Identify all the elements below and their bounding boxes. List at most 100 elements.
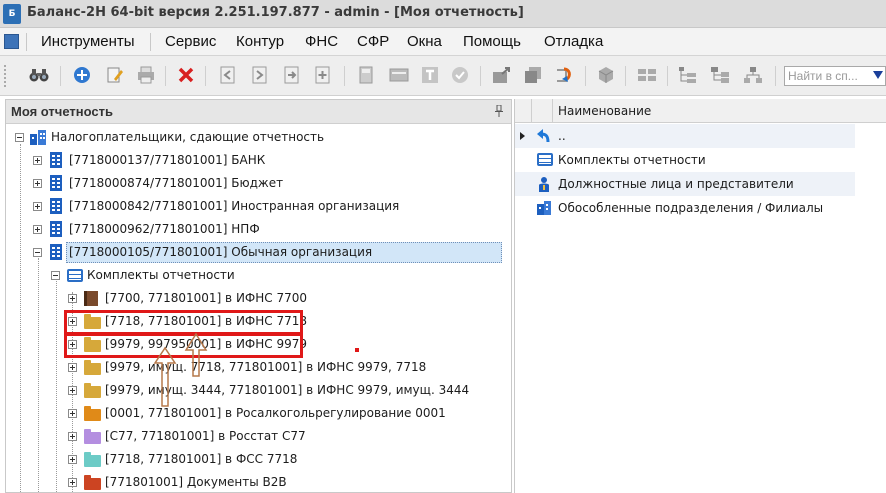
tree-icon[interactable] (678, 65, 698, 85)
tree-node-label: [7718000105/771801001] Обычная организац… (69, 245, 373, 259)
menu-item-sfr[interactable]: СФР (357, 33, 389, 50)
tree-node-kit[interactable]: [9979, имущ. 3444, 771801001] в ИФНС 997… (6, 380, 506, 401)
tree-node-label: [7718000842/771801001] Иностранная орган… (69, 199, 400, 213)
folder-icon (84, 475, 101, 490)
refresh-icon[interactable] (554, 65, 574, 85)
tree-node-kit[interactable]: [9979, имущ. 7718, 771801001] в ИФНС 997… (6, 357, 506, 378)
building-icon (50, 244, 62, 260)
add-icon[interactable] (72, 65, 92, 85)
content-grid-panel: Наименование .. Комплекты отчетности Дол… (514, 99, 886, 493)
reporting-kits-icon (537, 153, 553, 166)
toolbar-grip[interactable] (4, 65, 7, 87)
collapse-icon[interactable] (33, 248, 42, 257)
grid-row-label: Должностные лица и представители (558, 177, 794, 191)
row-selector-header (515, 99, 532, 123)
grid-row-label: Комплекты отчетности (558, 153, 706, 167)
expand-icon[interactable] (68, 455, 77, 464)
tree-node-kits[interactable]: Комплекты отчетности (6, 265, 506, 286)
grid-icon[interactable] (637, 65, 657, 85)
export-icon[interactable] (282, 65, 302, 85)
tree-node-kit[interactable]: [С77, 771801001] в Росстат С77 (6, 426, 506, 447)
table-icon[interactable] (389, 65, 409, 85)
folder-icon (84, 383, 101, 398)
grid-row-label: Обособленные подразделения / Филиалы (558, 201, 824, 215)
text-icon[interactable] (420, 65, 440, 85)
org-chart-icon[interactable] (743, 65, 763, 85)
expand-icon[interactable] (68, 386, 77, 395)
expand-icon[interactable] (68, 294, 77, 303)
tree-node-label: [7718000874/771801001] Бюджет (69, 176, 284, 190)
building-icon (50, 198, 62, 214)
copy-icon[interactable] (523, 65, 543, 85)
book-icon (84, 291, 98, 306)
package-icon[interactable] (596, 65, 616, 85)
tree-node-label: [7718, 771801001] в ФСС 7718 (105, 452, 298, 466)
menu-item-kontur[interactable]: Контур (236, 33, 284, 50)
calculator-icon[interactable] (356, 65, 376, 85)
tree-node-kit[interactable]: [7700, 771801001] в ИФНС 7700 (6, 288, 506, 309)
expand-icon[interactable] (68, 409, 77, 418)
officials-icon (539, 177, 549, 192)
expand-icon[interactable] (68, 478, 77, 487)
app-logo-icon: Б (3, 4, 21, 24)
grid-row-label: .. (558, 129, 566, 143)
check-icon[interactable] (450, 65, 470, 85)
collapse-icon[interactable] (51, 271, 60, 280)
grid-row[interactable]: Обособленные подразделения / Филиалы (515, 196, 855, 220)
menu-item-tools[interactable]: Инструменты (41, 33, 135, 50)
column-header-name[interactable]: Наименование (558, 104, 651, 118)
menu-item-debug[interactable]: Отладка (544, 33, 603, 50)
tree-node-kit[interactable]: [7718, 771801001] в ФСС 7718 (6, 449, 506, 470)
menu-separator (150, 33, 151, 51)
search-input[interactable]: Найти в сп... (784, 66, 886, 86)
grid-header: Наименование (515, 99, 886, 123)
expand-icon[interactable] (68, 363, 77, 372)
expand-icon[interactable] (33, 225, 42, 234)
reporting-kits-icon (67, 269, 83, 282)
tree-node-org[interactable]: [7718000137/771801001] БАНК (6, 150, 506, 171)
tree-node-label: [7718000962/771801001] НПФ (69, 222, 260, 236)
move-left-icon[interactable] (218, 65, 238, 85)
grid-row-up[interactable]: .. (515, 124, 855, 148)
tree-node-org[interactable]: [7718000962/771801001] НПФ (6, 219, 506, 240)
grid-row[interactable]: Комплекты отчетности (515, 148, 855, 172)
pin-icon[interactable] (495, 105, 503, 117)
menu-item-help[interactable]: Помощь (463, 33, 521, 50)
folder-icon (84, 406, 101, 421)
binoculars-icon[interactable] (29, 65, 49, 85)
folder-icon (84, 452, 101, 467)
collapse-icon[interactable] (15, 133, 24, 142)
search-dropdown-arrow-icon[interactable] (873, 71, 883, 79)
tree-node-label: [С77, 771801001] в Росстат С77 (105, 429, 306, 443)
grid-row[interactable]: Должностные лица и представители (515, 172, 855, 196)
upload-icon[interactable] (492, 65, 512, 85)
tree-node-kit[interactable]: [0001, 771801001] в Росалкогольрегулиров… (6, 403, 506, 424)
menu-item-fns[interactable]: ФНС (305, 33, 338, 50)
move-right-icon[interactable] (250, 65, 270, 85)
expand-icon[interactable] (33, 202, 42, 211)
hierarchy-icon[interactable] (710, 65, 730, 85)
tree-node-org[interactable]: [7718000842/771801001] Иностранная орган… (6, 196, 506, 217)
tree-node-org[interactable]: [7718000874/771801001] Бюджет (6, 173, 506, 194)
edit-icon[interactable] (105, 65, 125, 85)
expand-icon[interactable] (33, 156, 42, 165)
add-doc-icon[interactable] (313, 65, 333, 85)
toolbar (0, 56, 886, 96)
expand-icon[interactable] (68, 432, 77, 441)
tree-node-org-selected[interactable]: [7718000105/771801001] Обычная организац… (6, 242, 506, 263)
delete-icon[interactable] (176, 65, 196, 85)
icon-column-header (532, 99, 553, 123)
panel-header: Моя отчетность (6, 100, 511, 124)
tree-node-kit[interactable]: [771801001] Документы В2В (6, 472, 506, 492)
tree-node-label: Комплекты отчетности (87, 268, 235, 282)
annotation-dot (355, 348, 359, 352)
tree-node-root[interactable]: Налогоплательщики, сдающие отчетность (6, 127, 506, 148)
print-icon[interactable] (136, 65, 156, 85)
menu-item-service[interactable]: Сервис (165, 33, 216, 50)
toolbar-separator (165, 66, 166, 86)
menu-item-windows[interactable]: Окна (407, 33, 442, 50)
system-menu-icon[interactable] (4, 34, 19, 49)
expand-icon[interactable] (33, 179, 42, 188)
toolbar-separator (480, 66, 481, 86)
search-placeholder: Найти в сп... (788, 69, 858, 83)
